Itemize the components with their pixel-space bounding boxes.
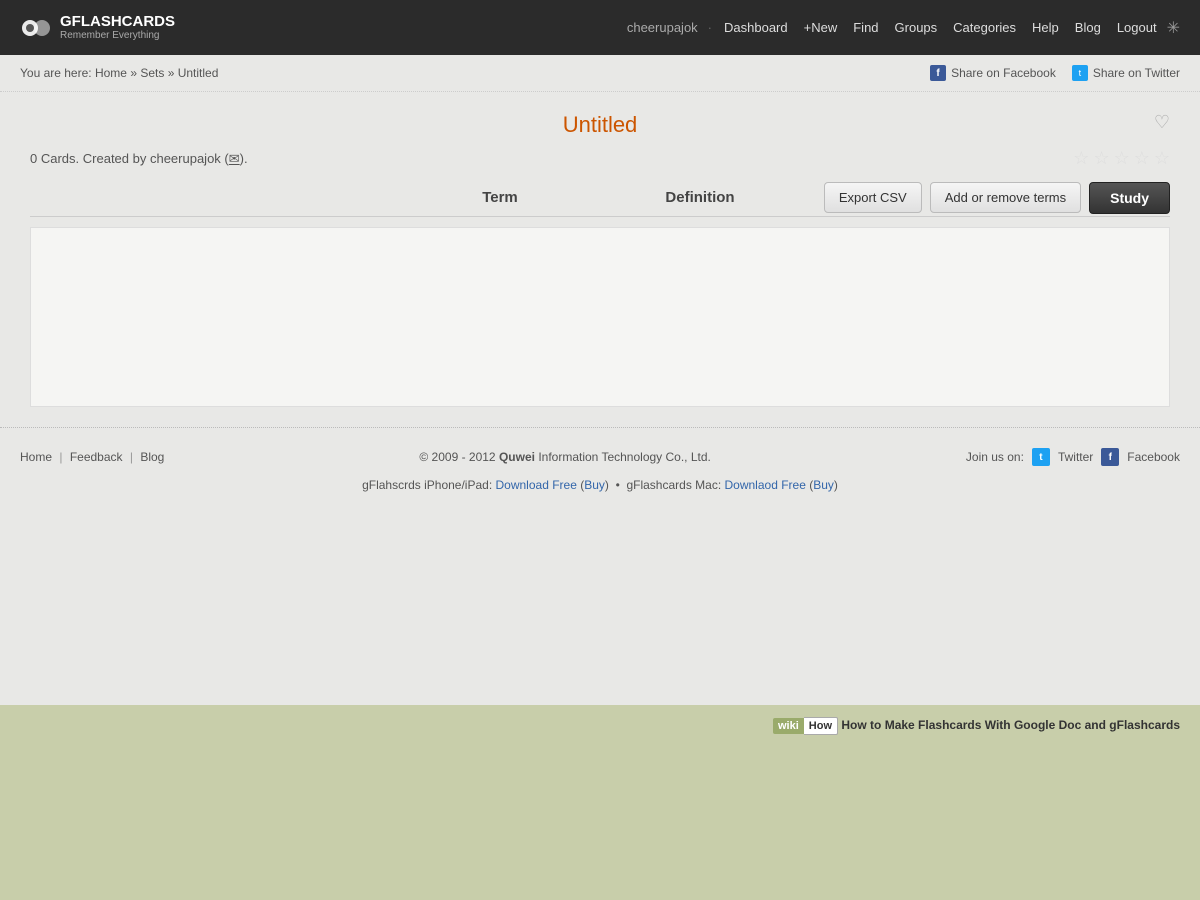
top-bar: You are here: Home » Sets » Untitled f S…: [0, 55, 1200, 92]
join-us-label: Join us on:: [966, 450, 1024, 464]
definition-column-header: Definition: [600, 189, 800, 206]
footer-facebook-icon: f: [1101, 448, 1119, 466]
logo-name: GFLASHCARDS: [60, 14, 175, 31]
title-section: Untitled ♡: [30, 112, 1170, 138]
footer-apps: gFlahscrds iPhone/iPad: Download Free (B…: [20, 478, 1180, 492]
term-column-header: Term: [400, 189, 600, 206]
ios-buy-link[interactable]: Buy: [584, 478, 605, 492]
footer-copyright: © 2009 - 2012 Quwei Information Technolo…: [419, 450, 710, 464]
star-2[interactable]: ☆: [1093, 148, 1109, 169]
email-link[interactable]: ✉: [229, 151, 240, 166]
wikihow-badge: wikiHow: [773, 717, 838, 735]
cards-list: [30, 227, 1170, 407]
nav-find[interactable]: Find: [847, 16, 884, 39]
iphone-label: gFlahscrds iPhone/iPad:: [362, 478, 492, 492]
mac-download-link[interactable]: Downlaod Free: [725, 478, 806, 492]
footer: Home | Feedback | Blog © 2009 - 2012 Quw…: [0, 428, 1200, 522]
logo: GFLASHCARDS Remember Everything: [20, 12, 175, 44]
nav-groups[interactable]: Groups: [889, 16, 944, 39]
logo-icon: [20, 12, 52, 44]
facebook-icon: f: [930, 65, 946, 81]
main-wrapper: You are here: Home » Sets » Untitled f S…: [0, 55, 1200, 705]
nav-username: cheerupajok: [627, 20, 698, 35]
divider: [30, 216, 1170, 217]
wiki-part: wiki: [773, 718, 804, 734]
created-by: Created by cheerupajok: [83, 151, 221, 166]
share-twitter-label: Share on Twitter: [1093, 66, 1180, 80]
footer-company-link[interactable]: Quwei: [499, 450, 535, 464]
footer-twitter-link[interactable]: Twitter: [1058, 450, 1093, 464]
nav-new[interactable]: +New: [798, 16, 844, 39]
wikihow-bar: wikiHow How to Make Flashcards With Goog…: [0, 705, 1200, 747]
action-buttons: Export CSV Add or remove terms Study: [824, 182, 1170, 214]
footer-social: Join us on: t Twitter f Facebook: [966, 448, 1180, 466]
cards-count: 0 Cards.: [30, 151, 79, 166]
twitter-icon: t: [1072, 65, 1088, 81]
nav-separator: ·: [708, 20, 712, 35]
nav-links: cheerupajok · Dashboard +New Find Groups…: [627, 16, 1180, 39]
share-facebook[interactable]: f Share on Facebook: [930, 65, 1056, 81]
logo-tagline: Remember Everything: [60, 30, 175, 41]
star-rating[interactable]: ☆ ☆ ☆ ☆ ☆: [1073, 148, 1170, 169]
info-row: 0 Cards. Created by cheerupajok (✉). ☆ ☆…: [30, 148, 1170, 169]
nav-help[interactable]: Help: [1026, 16, 1065, 39]
add-remove-terms-button[interactable]: Add or remove terms: [930, 182, 1081, 213]
navbar: GFLASHCARDS Remember Everything cheerupa…: [0, 0, 1200, 55]
mac-label: gFlashcards Mac:: [626, 478, 721, 492]
breadcrumb-prefix: You are here:: [20, 66, 92, 80]
set-title: Untitled: [30, 112, 1170, 138]
share-links: f Share on Facebook t Share on Twitter: [930, 65, 1180, 81]
share-twitter[interactable]: t Share on Twitter: [1072, 65, 1180, 81]
star-5[interactable]: ☆: [1154, 148, 1170, 169]
export-csv-button[interactable]: Export CSV: [824, 182, 922, 213]
nav-categories[interactable]: Categories: [947, 16, 1022, 39]
footer-top: Home | Feedback | Blog © 2009 - 2012 Quw…: [20, 448, 1180, 466]
footer-nav: Home | Feedback | Blog: [20, 450, 164, 464]
cards-info: 0 Cards. Created by cheerupajok (✉).: [30, 151, 248, 167]
breadcrumb-home[interactable]: Home: [95, 66, 127, 80]
star-3[interactable]: ☆: [1114, 148, 1130, 169]
favorite-heart-icon[interactable]: ♡: [1154, 112, 1170, 133]
how-part: How: [804, 717, 838, 735]
share-facebook-label: Share on Facebook: [951, 66, 1056, 80]
content-area: Untitled ♡ 0 Cards. Created by cheerupaj…: [0, 92, 1200, 427]
star-1[interactable]: ☆: [1073, 148, 1089, 169]
breadcrumb: You are here: Home » Sets » Untitled: [20, 66, 218, 80]
footer-home-link[interactable]: Home: [20, 450, 52, 464]
nav-dashboard[interactable]: Dashboard: [718, 16, 794, 39]
star-4[interactable]: ☆: [1134, 148, 1150, 169]
wikihow-text: How to Make Flashcards With Google Doc a…: [841, 718, 1180, 732]
footer-blog-link[interactable]: Blog: [140, 450, 164, 464]
nav-blog[interactable]: Blog: [1069, 16, 1107, 39]
breadcrumb-current: Untitled: [178, 66, 219, 80]
controls-row: Term Definition Export CSV Add or remove…: [30, 189, 1170, 206]
footer-facebook-link[interactable]: Facebook: [1127, 450, 1180, 464]
nav-logout[interactable]: Logout: [1111, 16, 1163, 39]
breadcrumb-sets[interactable]: Sets: [140, 66, 164, 80]
ios-download-link[interactable]: Download Free: [496, 478, 577, 492]
mac-buy-link[interactable]: Buy: [813, 478, 834, 492]
footer-twitter-icon: t: [1032, 448, 1050, 466]
mail-icon: ✉: [229, 151, 240, 166]
study-button[interactable]: Study: [1089, 182, 1170, 214]
logo-text-block: GFLASHCARDS Remember Everything: [60, 14, 175, 42]
footer-feedback-link[interactable]: Feedback: [70, 450, 123, 464]
nav-settings-icon[interactable]: ✳: [1167, 18, 1180, 38]
